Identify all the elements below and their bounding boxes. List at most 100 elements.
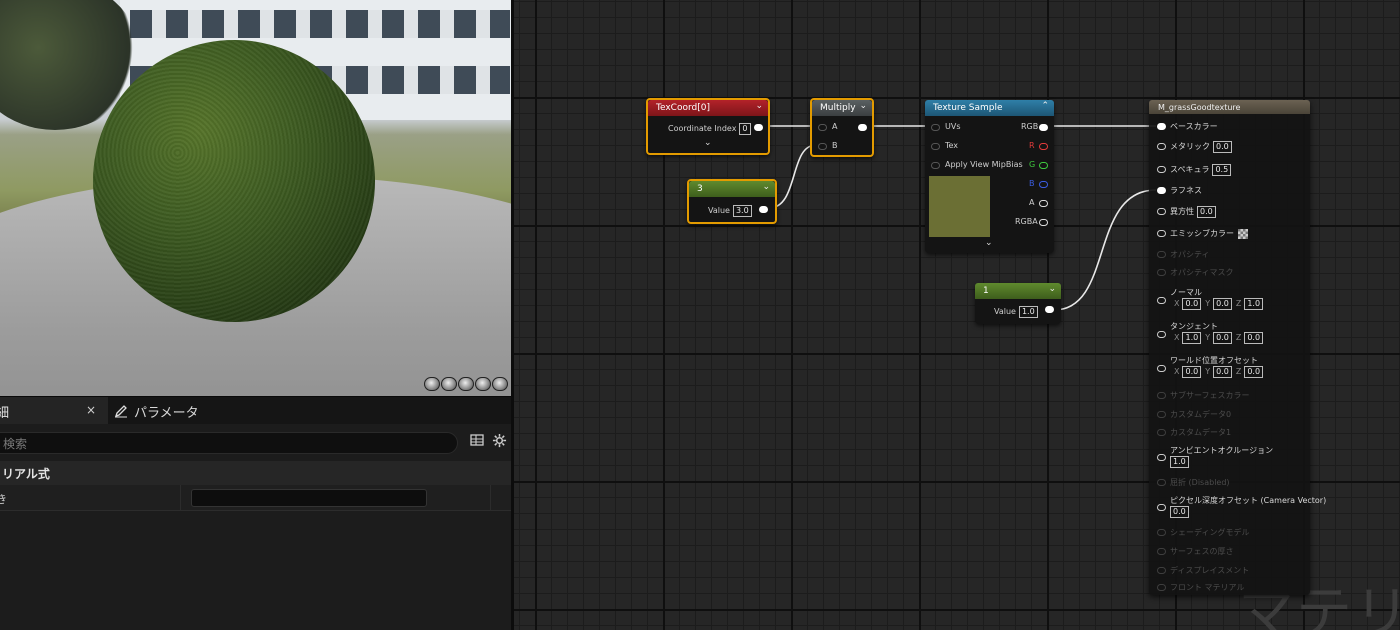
b-label: B <box>1029 179 1035 188</box>
input-tangent[interactable]: タンジェント X 1.0 Y 0.0 Z 0.0 <box>1157 321 1264 344</box>
node-header: Texture Sample ⌃ <box>925 100 1054 116</box>
input-front-material: フロント マテリアル <box>1157 582 1244 593</box>
output-pin[interactable] <box>754 124 763 131</box>
preview-viewport[interactable] <box>0 0 511 396</box>
node-texture-sample[interactable]: Texture Sample ⌃ UVs Tex Apply View MipB… <box>925 100 1054 253</box>
input-specular[interactable]: スペキュラ 0.5 <box>1157 164 1232 176</box>
input-emissive[interactable]: エミッシブカラー <box>1157 228 1248 239</box>
value-field[interactable]: 1.0 <box>1018 306 1038 318</box>
g-label: G <box>1029 160 1036 169</box>
node-constant-3[interactable]: 3 ⌄ Value 3.0 <box>687 179 777 224</box>
close-icon[interactable]: × <box>86 403 96 417</box>
input-anisotropy[interactable]: 異方性 0.0 <box>1157 206 1216 218</box>
details-panel: 検索 リアル式 き <box>0 424 511 630</box>
search-placeholder: 検索 <box>3 436 28 451</box>
input-pin-a[interactable] <box>818 124 827 131</box>
details-tab-bar: 細 × パラメータ <box>0 396 511 425</box>
input-ambient-occlusion[interactable]: アンビエントオクルージョン 1.0 <box>1157 445 1273 468</box>
value-label: Value <box>708 206 730 215</box>
value-label: Value <box>994 307 1016 316</box>
input-world-position-offset[interactable]: ワールド位置オフセット X 0.0 Y 0.0 Z 0.0 <box>1157 355 1264 378</box>
a-label: A <box>1029 198 1035 207</box>
output-pin-g[interactable] <box>1039 162 1048 169</box>
output-pin[interactable] <box>858 124 867 131</box>
checker-icon <box>1238 228 1248 239</box>
property-input[interactable] <box>191 489 427 507</box>
input-normal[interactable]: ノーマル X 0.0 Y 0.0 Z 1.0 <box>1157 287 1264 310</box>
texture-thumbnail[interactable] <box>929 176 990 237</box>
node-constant-1[interactable]: 1 ⌄ Value 1.0 <box>975 283 1061 324</box>
tab-details-label: 細 <box>0 405 10 421</box>
divider <box>490 485 491 511</box>
chevron-down-icon[interactable]: ⌄ <box>755 101 763 111</box>
value-row: Value 3.0 <box>708 205 752 217</box>
output-pin[interactable] <box>1045 306 1054 313</box>
uvs-label: UVs <box>945 122 961 131</box>
rgb-label: RGB <box>1021 122 1039 131</box>
pin-a-label: A <box>832 122 838 131</box>
node-header: 3 ⌄ <box>689 181 775 197</box>
gear-icon[interactable] <box>492 433 507 448</box>
input-roughness[interactable]: ラフネス <box>1157 185 1202 196</box>
r-label: R <box>1029 141 1035 150</box>
input-base-color[interactable]: ベースカラー <box>1157 121 1218 132</box>
pencil-icon <box>114 405 127 418</box>
sphere-icon[interactable] <box>441 377 457 391</box>
material-graph[interactable]: マテリアル TexCoord[0] ⌄ Coordinate Index0 ⌄ … <box>514 0 1400 630</box>
input-pin-b[interactable] <box>818 143 827 150</box>
search-input[interactable]: 検索 <box>0 432 458 454</box>
value-field[interactable]: 3.0 <box>732 205 752 217</box>
input-custom-data-0: カスタムデータ0 <box>1157 409 1231 420</box>
output-pin-b[interactable] <box>1039 181 1048 188</box>
node-title: Multiply <box>820 103 856 113</box>
input-metallic[interactable]: メタリック 0.0 <box>1157 141 1232 153</box>
preview-sphere <box>93 40 375 322</box>
output-pin-r[interactable] <box>1039 143 1048 150</box>
output-pin-rgb[interactable] <box>1039 124 1048 131</box>
cube-icon[interactable] <box>475 377 491 391</box>
node-header: M_grassGoodtexture <box>1149 100 1310 114</box>
section-material-expression[interactable]: リアル式 <box>0 461 511 485</box>
input-pixel-depth-offset[interactable]: ピクセル深度オフセット (Camera Vector) 0.0 <box>1157 495 1326 518</box>
node-title: TexCoord[0] <box>656 103 710 113</box>
node-material-result[interactable]: M_grassGoodtexture ベースカラー メタリック 0.0 スペキュラ… <box>1149 100 1326 595</box>
teapot-icon[interactable] <box>492 377 508 391</box>
property-label: き <box>0 493 7 506</box>
tex-label: Tex <box>945 141 959 150</box>
input-surface-thickness: サーフェスの厚さ <box>1157 546 1234 557</box>
node-header: Multiply ⌄ <box>812 100 872 116</box>
output-pin[interactable] <box>759 206 768 213</box>
pin-b-label: B <box>832 141 838 150</box>
input-pin-tex[interactable] <box>931 143 940 150</box>
chevron-down-icon[interactable]: ⌄ <box>1048 284 1056 294</box>
input-pin-mipbias[interactable] <box>931 162 940 169</box>
node-title: 1 <box>983 286 989 296</box>
value-row: Value 1.0 <box>994 306 1038 318</box>
node-title: 3 <box>697 184 703 194</box>
table-view-icon[interactable] <box>470 433 484 447</box>
node-header: 1 ⌄ <box>975 283 1061 299</box>
wire-const1-roughness <box>1053 189 1157 311</box>
cylinder-icon[interactable] <box>424 377 440 391</box>
tab-parameters-label: パラメータ <box>134 405 199 421</box>
material-editor: 細 × パラメータ 検索 リアル式 き マテリ TexCoord[0] ⌄ Co… <box>0 0 1400 630</box>
input-pin-uvs[interactable] <box>931 124 940 131</box>
property-row: き <box>0 485 511 511</box>
tab-parameters[interactable]: パラメータ <box>114 397 199 425</box>
input-refraction: 屈折 (Disabled) <box>1157 477 1230 488</box>
tab-details[interactable]: 細 × <box>0 397 108 425</box>
input-opacity: オパシティ <box>1157 249 1210 260</box>
coordinate-index-field[interactable]: 0 <box>739 123 751 135</box>
node-multiply[interactable]: Multiply ⌄ A B <box>810 98 874 157</box>
chevron-up-icon[interactable]: ⌃ <box>1041 101 1049 111</box>
plane-icon[interactable] <box>458 377 474 391</box>
chevron-down-icon[interactable]: ⌄ <box>985 238 993 248</box>
chevron-down-icon[interactable]: ⌄ <box>704 138 712 148</box>
output-pin-rgba[interactable] <box>1039 219 1048 226</box>
node-texcoord[interactable]: TexCoord[0] ⌄ Coordinate Index 0 ⌄ <box>646 98 770 155</box>
node-header: TexCoord[0] ⌄ <box>648 100 768 116</box>
chevron-down-icon[interactable]: ⌄ <box>762 182 770 192</box>
chevron-down-icon[interactable]: ⌄ <box>859 101 867 111</box>
output-pin-a[interactable] <box>1039 200 1048 207</box>
input-subsurface-color: サブサーフェスカラー <box>1157 390 1250 401</box>
